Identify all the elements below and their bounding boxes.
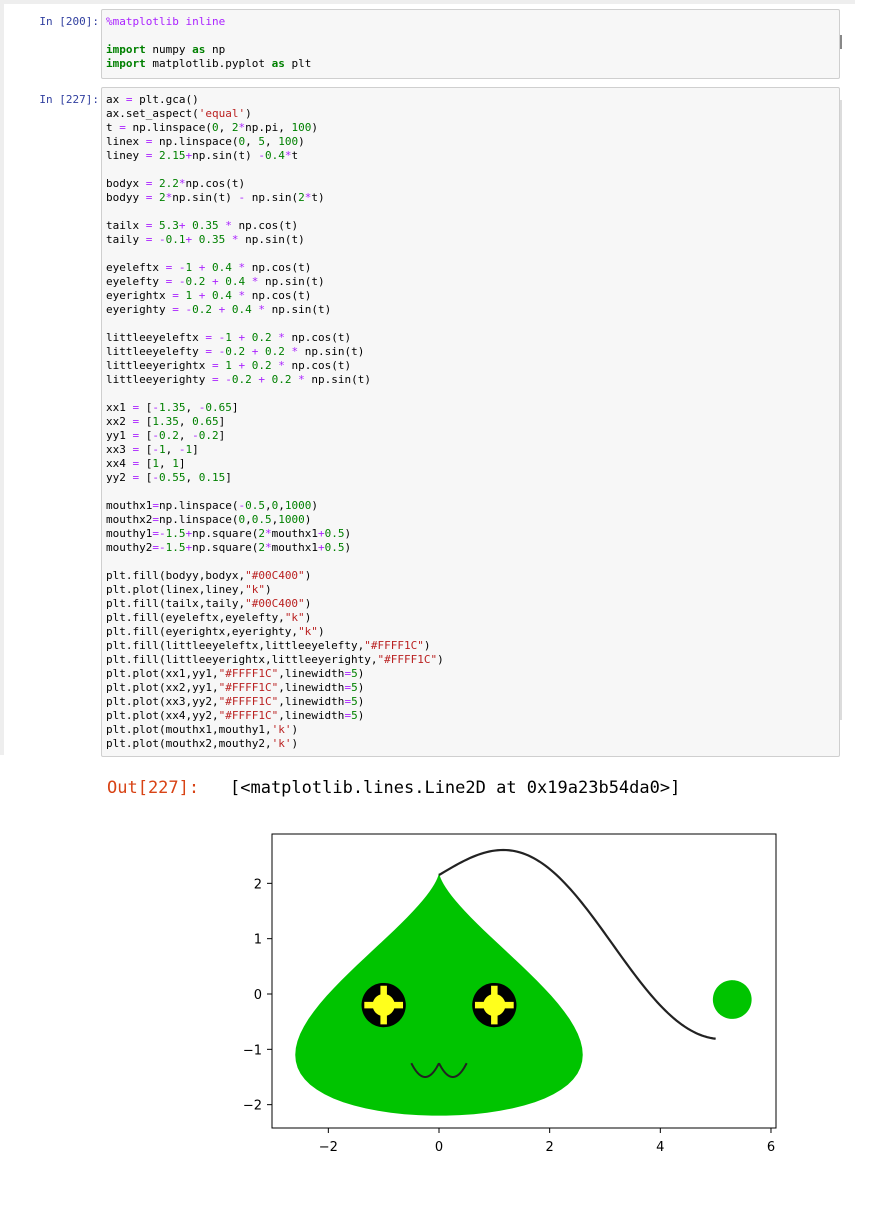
- x-tick-label: 2: [546, 1140, 554, 1155]
- body-fill: [295, 872, 583, 1116]
- y-tick-label: −1: [243, 1043, 262, 1058]
- x-tick-label: −2: [319, 1140, 338, 1155]
- x-tick-label: 6: [767, 1140, 775, 1155]
- y-tick-label: 0: [254, 988, 262, 1003]
- x-tick-label: 4: [656, 1140, 664, 1155]
- matplotlib-figure: −2 0 2 4 6 −2 −1 0 1 2: [243, 833, 777, 1155]
- tail-ball: [712, 980, 752, 1019]
- y-tick-label: −2: [243, 1099, 262, 1114]
- y-tick-label: 1: [254, 933, 262, 948]
- plot-area: [295, 848, 752, 1116]
- y-tick-label: 2: [254, 877, 262, 892]
- x-tick-label: 0: [435, 1140, 443, 1155]
